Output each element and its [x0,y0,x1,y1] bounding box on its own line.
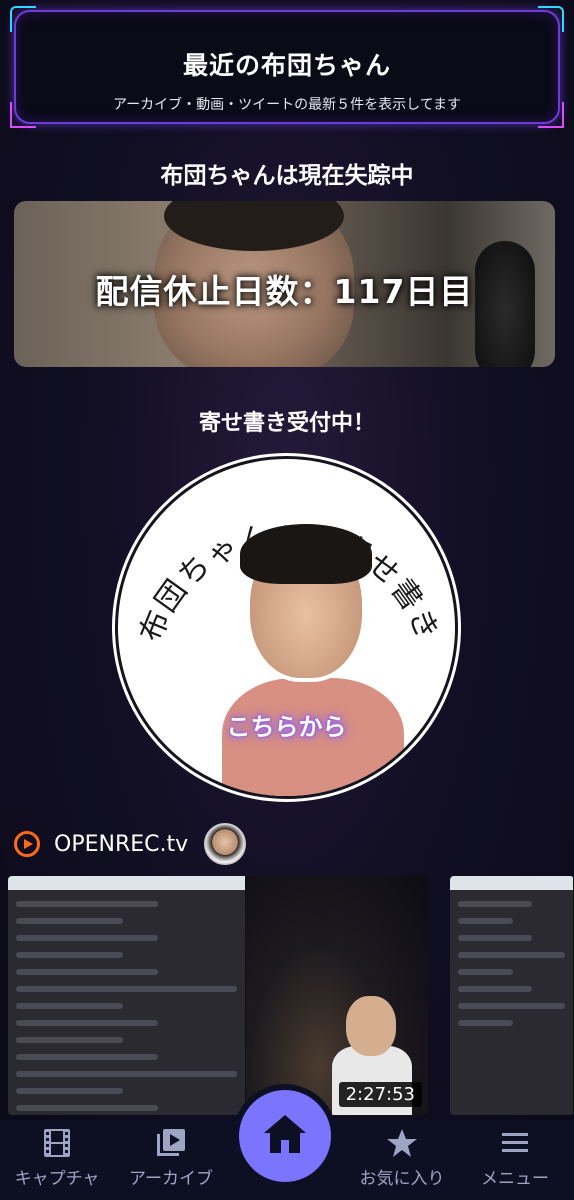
page-subtitle: アーカイブ・動画・ツイートの最新５件を表示してます [112,97,462,113]
nav-item-label: お気に入り [359,1169,445,1189]
nav-item-label: キャプチャ [14,1169,100,1189]
yosegaki-link-badge[interactable]: 布団ちゃんへの寄せ書き こちらから [115,456,458,799]
days-off-count: 配信休止日数：117日目 [95,272,474,311]
video-duration: 2:27:53 [338,1082,422,1107]
page-title: 最近の布団ちゃん [182,51,391,80]
thumbnail-chat-panel [450,876,574,1115]
openrec-channel-name: OPENREC.tv [54,831,189,857]
nav-item-label: メニュー [481,1169,549,1189]
film-icon [41,1128,73,1158]
openrec-channel-row[interactable]: OPENREC.tv [14,822,274,866]
star-icon [386,1128,418,1158]
frame-corner-decoration [10,6,36,32]
video-thumbnail[interactable] [450,876,574,1115]
nav-item-archive[interactable]: アーカイブ [114,1120,228,1200]
avatar[interactable] [204,823,247,865]
home-icon [262,1113,308,1159]
header-card: 最近の布団ちゃん アーカイブ・動画・ツイートの最新５件を表示してます [10,6,564,128]
nav-item-menu[interactable]: メニュー [458,1120,572,1200]
thumbnail-chat-panel [8,876,246,1115]
yosegaki-cta[interactable]: こちらから [118,707,455,742]
home-button[interactable] [239,1090,331,1182]
yosegaki-heading: 寄せ書き受付中！ [198,411,375,436]
video-thumbnail[interactable]: 2:27:53 [8,876,428,1115]
openrec-logo-icon [14,831,40,857]
nav-item-favorites[interactable]: お気に入り [345,1120,459,1200]
video-library-icon [155,1128,187,1158]
thumbnail-scene [246,876,428,1115]
nav-item-label: アーカイブ [129,1169,213,1189]
menu-icon [499,1128,531,1158]
days-off-banner: 配信休止日数：117日目 [14,201,555,367]
badge-portrait [218,524,408,796]
frame-corner-decoration [538,6,564,32]
nav-item-capture[interactable]: キャプチャ [0,1120,114,1200]
status-text: 布団ちゃんは現在失踪中 [160,163,414,189]
